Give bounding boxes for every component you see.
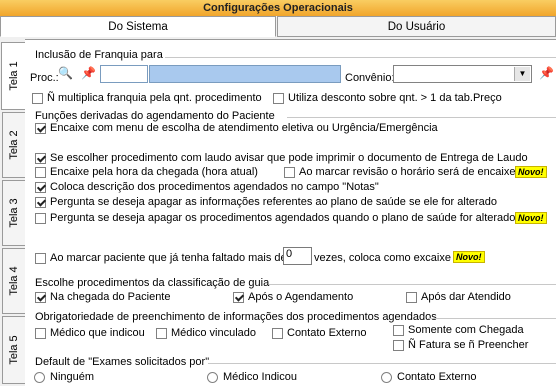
nao-multiplica-franquia-checkbox[interactable] — [32, 93, 43, 104]
faltado-suffix-label: vezes, coloca como excaixe — [314, 252, 451, 264]
franquia-title: Inclusão de Franquia para — [35, 49, 163, 61]
convenio-select[interactable]: ▼ — [393, 65, 532, 83]
medico-indicou-label: Médico que indicou — [50, 327, 145, 339]
avisar-laudo-label: Se escolher procedimento com laudo avisa… — [50, 152, 528, 164]
encaixe-hora-label: Encaixe pela hora da chegada (hora atual… — [50, 166, 258, 178]
novo-badge: Novo! — [515, 166, 547, 178]
apagar-procedimentos-checkbox[interactable] — [35, 213, 46, 224]
apagar-info-plano-checkbox[interactable] — [35, 197, 46, 208]
pin-icon[interactable]: 📌 — [81, 66, 96, 80]
exames-title: Default de "Exames solicitados por" — [35, 356, 210, 368]
medico-indicou-radio[interactable] — [207, 372, 218, 383]
apos-agendamento-checkbox[interactable] — [233, 292, 244, 303]
ninguem-label: Ninguém — [50, 371, 95, 383]
proc-code-input[interactable] — [100, 65, 148, 83]
tab-content: Inclusão de Franquia para Proc.: 🔍 📌 Con… — [25, 39, 556, 386]
encaixe-menu-checkbox[interactable] — [35, 123, 46, 134]
descricao-notas-label: Coloca descrição dos procedimentos agend… — [50, 181, 379, 193]
na-chegada-label: Na chegada do Paciente — [50, 291, 171, 303]
tab-tela-1[interactable]: Tela 1 — [1, 42, 26, 110]
na-chegada-checkbox[interactable] — [35, 292, 46, 303]
medico-indicou-radio-label: Médico Indicou — [223, 371, 297, 383]
pin-icon[interactable]: 📌 — [539, 66, 554, 80]
tab-tela-2[interactable]: Tela 2 — [2, 112, 25, 178]
apos-atendido-label: Após dar Atendido — [421, 291, 511, 303]
side-tabs: Tela 1 Tela 2 Tela 3 Tela 4 Tela 5 — [0, 40, 26, 385]
encaixe-menu-label: Encaixe com menu de escolha de atendimen… — [50, 122, 438, 134]
tab-do-usuario[interactable]: Do Usuário — [277, 16, 556, 37]
tab-tela-5[interactable]: Tela 5 — [2, 316, 25, 384]
tab-tela-3[interactable]: Tela 3 — [2, 180, 25, 246]
novo-badge: Novo! — [515, 212, 547, 224]
faltado-prefix-label: Ao marcar paciente que já tenha faltado … — [50, 252, 287, 264]
medico-vinculado-label: Médico vinculado — [171, 327, 256, 339]
proc-label: Proc.: — [30, 72, 59, 84]
utiliza-desconto-label: Utiliza desconto sobre qnt. > 1 da tab.P… — [288, 92, 502, 104]
contato-externo-checkbox[interactable] — [272, 328, 283, 339]
window-title: Configurações Operacionais — [0, 0, 556, 16]
revisao-encaixe-checkbox[interactable] — [284, 167, 295, 178]
apagar-info-plano-label: Pergunta se deseja apagar as informações… — [50, 196, 498, 208]
contato-externo-label: Contato Externo — [287, 327, 367, 339]
proc-name-field — [149, 65, 341, 83]
apos-agendamento-label: Após o Agendamento — [248, 291, 354, 303]
medico-indicou-checkbox[interactable] — [35, 328, 46, 339]
tab-do-sistema[interactable]: Do Sistema — [0, 16, 276, 37]
revisao-encaixe-label: Ao marcar revisão o horário será de enca… — [299, 166, 516, 178]
somente-chegada-checkbox[interactable] — [393, 325, 404, 336]
contato-externo-radio-label: Contato Externo — [397, 371, 477, 383]
ninguem-radio[interactable] — [34, 372, 45, 383]
convenio-label: Convênio: — [345, 72, 395, 84]
obrigatoriedade-title: Obrigatoriedade de preenchimento de info… — [35, 311, 437, 323]
nao-fatura-checkbox[interactable] — [393, 340, 404, 351]
faltado-count-input[interactable]: 0 — [283, 247, 312, 265]
apagar-procedimentos-label: Pergunta se deseja apagar os procediment… — [50, 212, 516, 224]
tab-tela-4[interactable]: Tela 4 — [2, 248, 25, 314]
descricao-notas-checkbox[interactable] — [35, 182, 46, 193]
guia-title: Escolhe procedimentos da classificação d… — [35, 277, 270, 289]
somente-chegada-label: Somente com Chegada — [408, 324, 524, 336]
nao-multiplica-franquia-label: Ñ multiplica franquia pela qnt. procedim… — [47, 92, 262, 104]
contato-externo-radio[interactable] — [381, 372, 392, 383]
avisar-laudo-checkbox[interactable] — [35, 153, 46, 164]
apos-atendido-checkbox[interactable] — [406, 292, 417, 303]
utiliza-desconto-checkbox[interactable] — [273, 93, 284, 104]
faltado-checkbox[interactable] — [35, 253, 46, 264]
nao-fatura-label: Ñ Fatura se ñ Preencher — [408, 339, 529, 351]
search-icon[interactable]: 🔍 — [58, 66, 73, 80]
novo-badge: Novo! — [453, 251, 485, 263]
encaixe-hora-checkbox[interactable] — [35, 167, 46, 178]
chevron-down-icon[interactable]: ▼ — [514, 67, 530, 81]
agendamento-title: Funções derivadas do agendamento do Paci… — [35, 110, 275, 122]
medico-vinculado-checkbox[interactable] — [156, 328, 167, 339]
